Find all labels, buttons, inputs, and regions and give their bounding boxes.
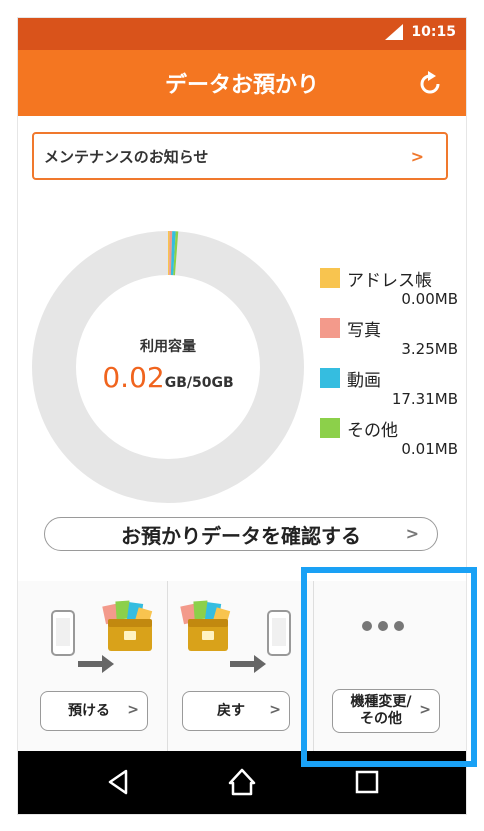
recents-icon[interactable]: [352, 767, 382, 797]
device-change-other-button[interactable]: 機種変更/ その他 >: [332, 689, 440, 733]
refresh-icon[interactable]: [416, 70, 444, 98]
legend-value: 3.25MB: [401, 340, 458, 358]
usage-donut-chart: 利用容量 0.02GB/50GB: [30, 229, 306, 505]
restore-illustration-icon: [180, 600, 291, 673]
home-icon[interactable]: [227, 767, 257, 797]
back-icon[interactable]: [104, 767, 134, 797]
tile-device-change-other[interactable]: 機種変更/ その他 >: [314, 581, 466, 751]
app-bar: データお預かり: [18, 50, 466, 116]
usage-center-label: 利用容量: [140, 339, 196, 355]
legend-value: 17.31MB: [391, 390, 458, 408]
chevron-right-icon: >: [419, 702, 431, 718]
backup-illustration-icon: [51, 600, 153, 673]
more-icon: [362, 621, 404, 631]
restore-label: 戻す: [217, 702, 245, 719]
chevron-right-icon: >: [269, 702, 281, 718]
system-nav-bar: [18, 751, 466, 814]
usage-center-value: 0.02GB/50GB: [30, 361, 306, 394]
more-dot: [362, 621, 372, 631]
confirm-label: お預かりデータを確認する: [121, 523, 361, 548]
status-bar: 10:15: [18, 18, 466, 50]
phone-screen: 10:15 データお預かり メンテナンスのお知らせ > 利用容量 0.02GB/…: [18, 18, 466, 814]
more-dot: [394, 621, 404, 631]
tile-backup[interactable]: 預ける >: [18, 581, 168, 751]
legend-value: 0.00MB: [401, 290, 458, 308]
confirm-stored-data-button[interactable]: お預かりデータを確認する >: [44, 517, 438, 551]
legend-item-videos: 動画 17.31MB: [320, 366, 462, 416]
status-right: 10:15: [385, 24, 456, 40]
backup-button[interactable]: 預ける >: [40, 691, 148, 731]
legend-name: その他: [347, 421, 398, 441]
device-change-label-line1: 機種変更/: [350, 694, 412, 710]
legend-name: 動画: [347, 371, 381, 391]
legend-swatch: [320, 318, 340, 338]
signal-icon: [385, 24, 404, 40]
legend-swatch: [320, 268, 340, 288]
chevron-right-icon: >: [410, 146, 424, 166]
usage-unit: GB/50GB: [164, 375, 234, 391]
notice-label: メンテナンスのお知らせ: [44, 147, 209, 166]
maintenance-notice-link[interactable]: メンテナンスのお知らせ >: [32, 132, 448, 180]
more-dot: [378, 621, 388, 631]
legend-swatch: [320, 418, 340, 438]
chevron-right-icon: >: [405, 524, 419, 543]
legend-item-other: その他 0.01MB: [320, 416, 462, 466]
restore-button[interactable]: 戻す >: [182, 691, 290, 731]
legend-swatch: [320, 368, 340, 388]
chevron-right-icon: >: [127, 702, 139, 718]
action-tiles: 預ける > 戻す > 機種変更/ その他 >: [18, 581, 466, 751]
device-change-label-line2: その他: [360, 711, 402, 727]
legend-item-address-book: アドレス帳 0.00MB: [320, 266, 462, 316]
legend-item-photos: 写真 3.25MB: [320, 316, 462, 366]
page-title: データお預かり: [164, 73, 319, 98]
backup-label: 預ける: [68, 702, 110, 719]
tile-restore[interactable]: 戻す >: [168, 581, 314, 751]
legend-name: 写真: [347, 321, 381, 341]
usage-used-value: 0.02: [102, 361, 165, 394]
status-time: 10:15: [411, 24, 456, 40]
legend-value: 0.01MB: [401, 440, 458, 458]
device-change-other-label: 機種変更/ その他: [350, 694, 411, 728]
legend-name: アドレス帳: [347, 271, 432, 291]
